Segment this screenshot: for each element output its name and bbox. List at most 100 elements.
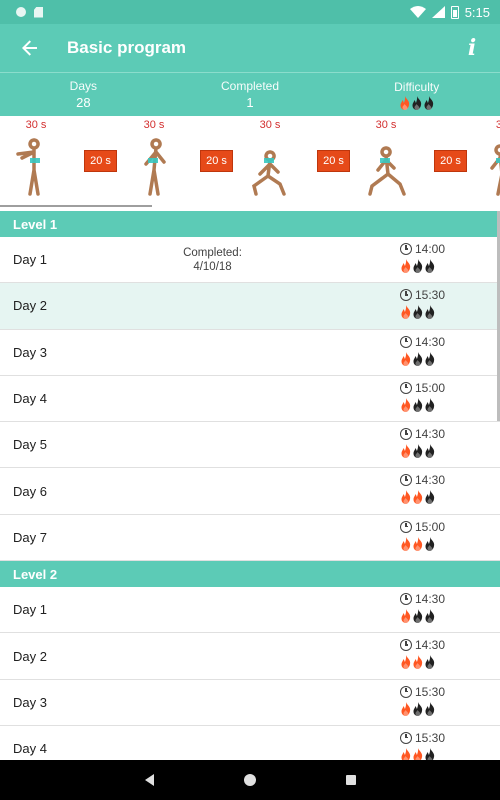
- day-difficulty-flames: [400, 444, 445, 459]
- rest-duration-badge: 20 s: [317, 150, 350, 172]
- flame-icon: [413, 747, 423, 760]
- flame-icon: [401, 351, 411, 366]
- nav-home-icon[interactable]: [243, 774, 256, 786]
- day-meta: 15:00: [400, 520, 445, 551]
- difficulty-flames: [399, 95, 435, 110]
- flame-icon: [425, 701, 435, 716]
- exercise-figure-icon: [490, 144, 500, 196]
- day-name: Day 2: [13, 648, 47, 664]
- exercise-preview-item[interactable]: 30 s: [130, 116, 178, 211]
- day-meta: 14:30: [400, 592, 446, 624]
- page-title: Basic program: [67, 38, 187, 57]
- day-duration-text: 14:30: [415, 473, 446, 488]
- flame-icon: [424, 95, 433, 110]
- day-duration: 15:30: [400, 288, 445, 302]
- day-name: Day 4: [13, 391, 47, 407]
- clock-icon: [400, 243, 412, 255]
- exercise-figure-icon: [252, 150, 286, 196]
- info-button[interactable]: i: [444, 24, 500, 72]
- exercise-preview-item[interactable]: 30: [478, 116, 500, 211]
- status-time: 5:15: [464, 4, 490, 20]
- day-duration-text: 14:30: [415, 592, 446, 607]
- day-name: Day 5: [13, 437, 47, 453]
- rest-duration-badge: 20 s: [200, 150, 233, 172]
- clock-icon: [400, 289, 412, 302]
- exercise-figure-icon: [368, 146, 406, 196]
- day-meta: 15:30: [400, 288, 445, 320]
- back-button[interactable]: [0, 24, 60, 72]
- flame-icon: [401, 701, 411, 716]
- exercise-preview-item[interactable]: 30 s: [12, 116, 60, 211]
- day-row[interactable]: Day 2 15:30: [0, 283, 500, 330]
- completed-date: 4/10/18: [193, 260, 232, 273]
- level-header: Level 2: [0, 561, 500, 588]
- flame-icon: [412, 95, 421, 110]
- flame-icon: [425, 259, 435, 273]
- day-completed-status: Completed: 4/10/18: [150, 246, 275, 274]
- flame-icon: [425, 609, 435, 624]
- day-duration: 14:30: [400, 638, 445, 652]
- day-difficulty-flames: [400, 655, 445, 670]
- flame-icon: [425, 351, 435, 366]
- day-name: Day 1: [13, 252, 47, 268]
- day-name: Day 4: [13, 741, 47, 757]
- flame-icon: [401, 747, 411, 760]
- day-difficulty-flames: [400, 351, 445, 366]
- day-row[interactable]: Day 1 14:30: [0, 587, 500, 634]
- day-meta: 14:30: [400, 638, 445, 670]
- nav-back-icon[interactable]: [144, 774, 154, 786]
- day-duration-text: 14:00: [415, 242, 446, 256]
- day-row[interactable]: Day 1 Completed: 4/10/18 14:00: [0, 237, 500, 284]
- day-meta: 15:30: [400, 685, 445, 716]
- program-day-list[interactable]: Level 1 Day 1 Completed: 4/10/18 14:00 Day 2 1…: [0, 211, 500, 760]
- day-name: Day 6: [13, 483, 47, 499]
- day-row[interactable]: Day 4 15:30: [0, 726, 500, 760]
- flame-icon: [413, 655, 423, 670]
- clock-icon: [400, 593, 412, 606]
- wifi-icon: [409, 6, 426, 18]
- day-difficulty-flames: [400, 609, 445, 624]
- status-bar: 5:15: [0, 0, 500, 24]
- day-row[interactable]: Day 6 14:30: [0, 468, 500, 515]
- day-name: Day 3: [13, 344, 47, 360]
- nav-recents-icon[interactable]: [345, 775, 356, 785]
- day-duration: 14:30: [400, 335, 445, 349]
- completed-label: Completed:: [183, 246, 242, 259]
- day-row[interactable]: Day 4 15:00: [0, 376, 500, 423]
- day-meta: 14:30: [400, 473, 445, 505]
- day-row[interactable]: Day 3 14:30: [0, 330, 500, 376]
- exercise-preview-item[interactable]: 30 s: [362, 116, 410, 211]
- stat-days-label: Days: [69, 79, 97, 93]
- day-difficulty-flames: [400, 490, 445, 505]
- arrow-back-icon: [22, 40, 37, 56]
- level-header: Level 1: [0, 211, 500, 237]
- stat-days: Days 28: [0, 73, 167, 116]
- stat-completed: Completed 1: [167, 73, 334, 116]
- flame-icon: [401, 444, 411, 459]
- app-bar: Basic program i: [0, 24, 500, 72]
- clock-icon: [400, 381, 412, 394]
- exercise-preview-item[interactable]: 30 s: [246, 116, 294, 211]
- flame-icon: [401, 490, 411, 505]
- day-meta: 15:30: [400, 731, 445, 760]
- exercise-preview-strip[interactable]: 30 s 30 s 30 s 30 s 30 20 s 20 s 20 s 20 s: [0, 116, 500, 211]
- day-duration-text: 15:30: [415, 684, 446, 699]
- flame-icon: [401, 536, 411, 551]
- day-duration: 15:30: [400, 731, 445, 745]
- day-row[interactable]: Day 3 15:30: [0, 680, 500, 726]
- rest-duration-badge: 20 s: [84, 150, 117, 172]
- day-duration-text: 15:00: [415, 519, 446, 534]
- day-duration: 15:30: [400, 685, 445, 699]
- day-row[interactable]: Day 2 14:30: [0, 633, 500, 680]
- exercise-duration: 30 s: [259, 119, 281, 131]
- exercise-duration: 30: [495, 119, 500, 131]
- day-name: Day 7: [13, 529, 47, 545]
- day-meta: 14:30: [400, 427, 445, 459]
- flame-icon: [413, 609, 423, 624]
- clock-icon: [400, 520, 412, 533]
- system-nav-bar: [0, 760, 500, 800]
- day-row[interactable]: Day 5 14:30: [0, 422, 500, 469]
- day-row[interactable]: Day 7 15:00: [0, 515, 500, 562]
- day-duration: 14:30: [400, 473, 445, 487]
- day-name: Day 2: [13, 298, 47, 314]
